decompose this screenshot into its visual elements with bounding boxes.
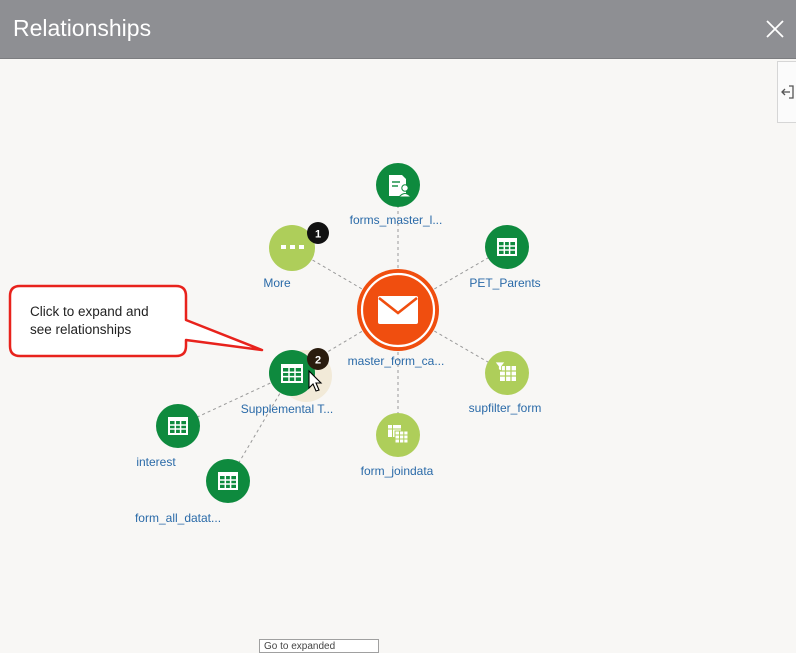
label-form-all-data[interactable]: form_all_datat... <box>135 511 221 525</box>
node-pet-parents[interactable] <box>485 225 529 269</box>
callout-text-line1: Click to expand and <box>30 304 149 319</box>
label-interest[interactable]: interest <box>136 455 175 469</box>
table-icon <box>218 472 238 490</box>
label-pet-parents[interactable]: PET_Parents <box>469 276 540 290</box>
bottom-control-text: Go to expanded <box>264 641 336 652</box>
center-node[interactable] <box>357 269 439 351</box>
callout-text: Click to expand and see relationships <box>30 303 180 339</box>
label-supplemental[interactable]: Supplemental T... <box>241 402 334 416</box>
bottom-control[interactable]: Go to expanded <box>259 639 379 653</box>
label-more[interactable]: More <box>263 276 290 290</box>
node-forms-master[interactable] <box>376 163 420 207</box>
node-more[interactable]: 1 <box>269 222 329 271</box>
graph-edges <box>177 185 508 482</box>
badge-supplemental-count: 2 <box>315 355 321 367</box>
table-icon <box>281 364 303 383</box>
node-form-all-data[interactable] <box>206 459 250 503</box>
label-center-node[interactable]: master_form_ca... <box>348 354 445 368</box>
ellipsis-icon <box>281 245 304 249</box>
node-form-joindata[interactable] <box>376 413 420 457</box>
label-forms-master[interactable]: forms_master_l... <box>350 213 443 227</box>
callout-text-line2: see relationships <box>30 322 132 337</box>
node-interest[interactable] <box>156 404 200 448</box>
table-icon <box>168 417 188 435</box>
badge-more-count: 1 <box>315 229 321 241</box>
node-supfilter[interactable] <box>485 351 529 395</box>
node-supplemental[interactable]: 2 <box>269 348 332 402</box>
envelope-icon <box>378 296 418 324</box>
label-supfilter[interactable]: supfilter_form <box>469 401 542 415</box>
table-icon <box>497 238 517 256</box>
label-form-joindata[interactable]: form_joindata <box>361 464 434 478</box>
